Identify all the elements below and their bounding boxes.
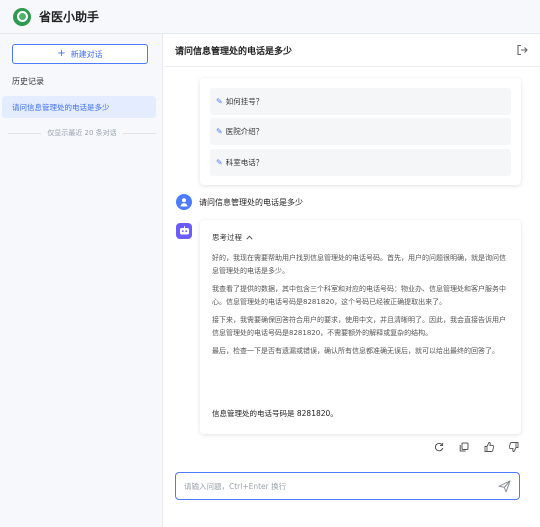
user-message-text: 请问信息管理处的电话是多少 [199,197,303,207]
thinking-title: 思考过程 [212,233,242,242]
refresh-icon[interactable] [433,441,444,452]
history-title: 历史记录 [12,77,44,86]
question-input-box [175,472,520,500]
thumbs-up-icon[interactable] [483,441,494,452]
app-title: 省医小助手 [39,10,100,24]
bot-avatar [176,223,192,239]
user-message: 请问信息管理处的电话是多少 [176,194,303,210]
chat-header: 请问信息管理处的电话是多少 [163,34,540,67]
thinking-content: 好的，我现在需要帮助用户找到信息管理处的电话号码。首先，用户的问题很明确，就是询… [212,252,508,363]
thinking-paragraph: 好的，我现在需要帮助用户找到信息管理处的电话号码。首先，用户的问题很明确，就是询… [212,254,506,275]
new-chat-label: 新建对话 [70,49,103,59]
message-actions [433,441,519,452]
suggestion-item[interactable]: ✎ 医院介绍？ [210,118,511,145]
pen-icon: ✎ [216,97,223,106]
pen-icon: ✎ [216,158,223,167]
thumbs-down-icon[interactable] [508,441,519,452]
suggestion-item[interactable]: ✎ 如何挂号？ [210,88,511,115]
history-item[interactable]: 请问信息管理处的电话是多少 [2,96,156,118]
chat-title: 请问信息管理处的电话是多少 [175,46,293,57]
user-avatar [176,194,192,210]
history-note-text: 仅显示最近 20 条对话 [47,129,117,137]
exit-icon[interactable] [516,44,528,56]
history-item-label: 请问信息管理处的电话是多少 [12,102,110,112]
app-logo [13,7,31,26]
copy-icon[interactable] [458,441,469,452]
suggestion-label: 如何挂号？ [225,97,264,106]
suggestion-label: 医院介绍？ [225,127,264,136]
divider [8,132,42,134]
thinking-paragraph: 我查看了提供的数据，其中包含三个科室和对应的电话号码：物业办、信息管理处和客户服… [212,285,506,306]
top-bar: 省医小助手 [0,0,540,34]
thinking-toggle[interactable]: 思考过程 [212,232,253,243]
divider [122,132,157,134]
thinking-paragraph: 接下来，我需要确保回答符合用户的要求，使用中文，并且清晰明了。因此，我会直接告诉… [212,316,506,337]
chat-main: 请问信息管理处的电话是多少 ✎ 如何挂号？ ✎ 医院介绍？ ✎ 科室电话？ 请问… [163,34,540,527]
user-icon [180,198,188,207]
thinking-paragraph: 最后，检查一下是否有遗漏或错误，确认所有信息都准确无误后，就可以给出最终的回答了… [212,347,499,355]
send-icon[interactable] [498,480,511,493]
final-answer: 信息管理处的电话号码是 8281820。 [212,409,338,418]
new-chat-button[interactable]: + 新建对话 [12,44,148,64]
chevron-up-icon [246,235,253,240]
question-input[interactable] [184,481,484,491]
suggestions-card: ✎ 如何挂号？ ✎ 医院介绍？ ✎ 科室电话？ [200,78,521,185]
pen-icon: ✎ [216,127,223,136]
robot-icon [179,226,189,235]
sidebar: + 新建对话 历史记录 请问信息管理处的电话是多少 仅显示最近 20 条对话 [0,34,163,527]
suggestion-item[interactable]: ✎ 科室电话？ [210,149,511,176]
plus-icon: + [57,48,66,59]
history-note: 仅显示最近 20 条对话 [8,128,157,138]
suggestion-label: 科室电话？ [225,158,264,167]
answer-card: 思考过程 好的，我现在需要帮助用户找到信息管理处的电话号码。首先，用户的问题很明… [200,220,521,434]
